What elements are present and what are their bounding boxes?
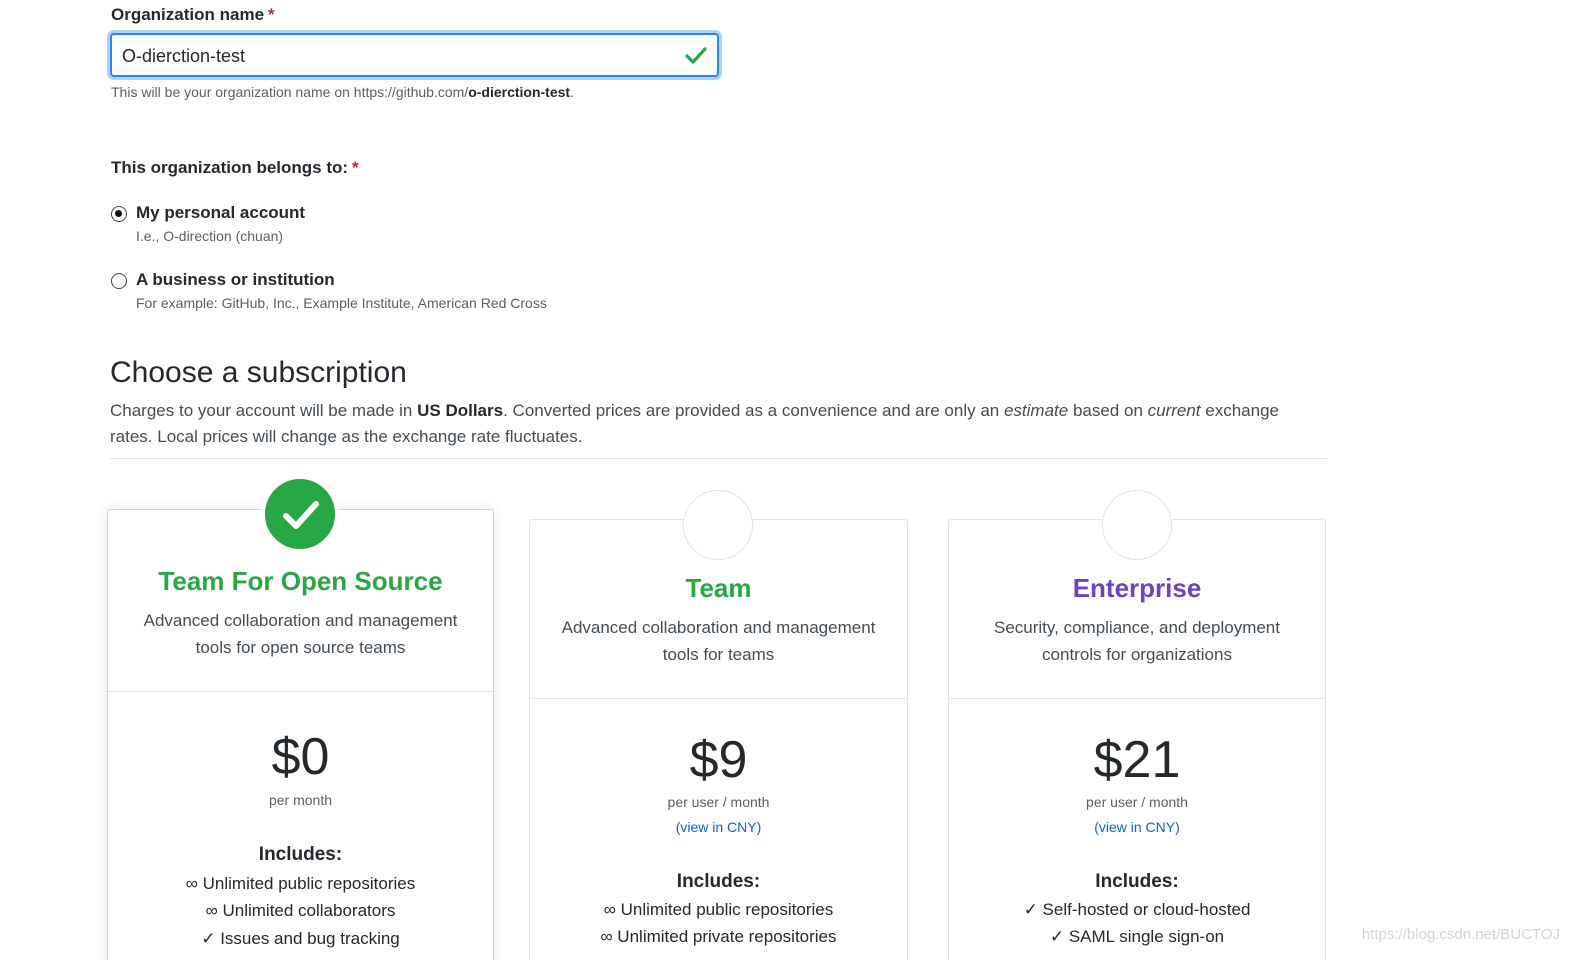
feature-item: ✓ Issues and bug tracking <box>201 929 400 948</box>
radio-note: I.e., O-direction (chuan) <box>136 228 284 244</box>
org-name-input[interactable] <box>122 44 662 68</box>
plan-price: $21 <box>1093 731 1181 789</box>
subscription-description: Charges to your account will be made in … <box>110 401 1279 446</box>
feature-item: ∞ Unlimited collaborators <box>205 901 396 920</box>
feature-item: ∞ Unlimited public repositories <box>185 874 416 893</box>
plan-card-team[interactable]: Team Advanced collaboration and manageme… <box>529 519 908 960</box>
radio-button[interactable] <box>111 273 127 289</box>
includes-heading: Includes: <box>1095 871 1179 892</box>
org-name-field[interactable] <box>110 33 719 77</box>
org-slug: o-dierction-test <box>468 84 571 100</box>
view-in-cny-link[interactable]: (view in CNY) <box>530 819 907 835</box>
plan-card-open-source[interactable]: Team For Open Source Advanced collaborat… <box>107 509 494 960</box>
plan-description: Advanced collaboration and management to… <box>561 618 876 664</box>
org-url-hint: This will be your organization name on h… <box>111 84 574 100</box>
feature-item: ✓ Self-hosted or cloud-hosted <box>1023 900 1251 919</box>
subscription-title: Choose a subscription <box>110 356 407 389</box>
check-circle-icon <box>265 479 335 549</box>
radio-note: For example: GitHub, Inc., Example Insti… <box>136 295 547 311</box>
org-name-label: Organization name * <box>111 5 275 24</box>
required-mark: * <box>268 5 275 24</box>
plan-select-circle[interactable] <box>683 490 753 560</box>
feature-item: ✓ SAML single sign-on <box>1049 927 1225 946</box>
plan-name: Enterprise <box>1072 573 1202 603</box>
plan-price: $9 <box>689 731 748 789</box>
radio-button[interactable] <box>111 206 127 222</box>
plan-description: Security, compliance, and deployment con… <box>993 618 1280 664</box>
feature-item: ∞ Unlimited private repositories <box>600 927 837 946</box>
check-icon <box>685 47 707 64</box>
includes-heading: Includes: <box>676 871 761 892</box>
plan-price: $0 <box>271 728 330 786</box>
plan-select-circle[interactable] <box>1102 490 1172 560</box>
plan-description: Advanced collaboration and management to… <box>143 611 458 657</box>
plan-name: Team <box>685 573 752 603</box>
radio-title: My personal account <box>136 203 306 222</box>
plan-period: per month <box>268 792 333 808</box>
feature-item: ∞ Unlimited public repositories <box>603 900 834 919</box>
card-divider <box>108 691 493 692</box>
card-divider <box>530 698 907 699</box>
belongs-label: This organization belongs to: * <box>111 158 359 177</box>
watermark: https://blog.csdn.net/BUCTOJ <box>1361 926 1560 943</box>
card-divider <box>949 698 1325 699</box>
divider <box>110 458 1327 459</box>
includes-heading: Includes: <box>258 844 343 865</box>
radio-title: A business or institution <box>136 270 335 289</box>
required-mark: * <box>352 158 359 177</box>
view-in-cny-link[interactable]: (view in CNY) <box>949 819 1325 835</box>
plan-period: per user / month <box>1086 794 1188 810</box>
plan-name: Team For Open Source <box>158 566 443 596</box>
plan-period: per user / month <box>667 794 770 810</box>
plan-card-enterprise[interactable]: Enterprise Security, compliance, and dep… <box>948 519 1326 960</box>
